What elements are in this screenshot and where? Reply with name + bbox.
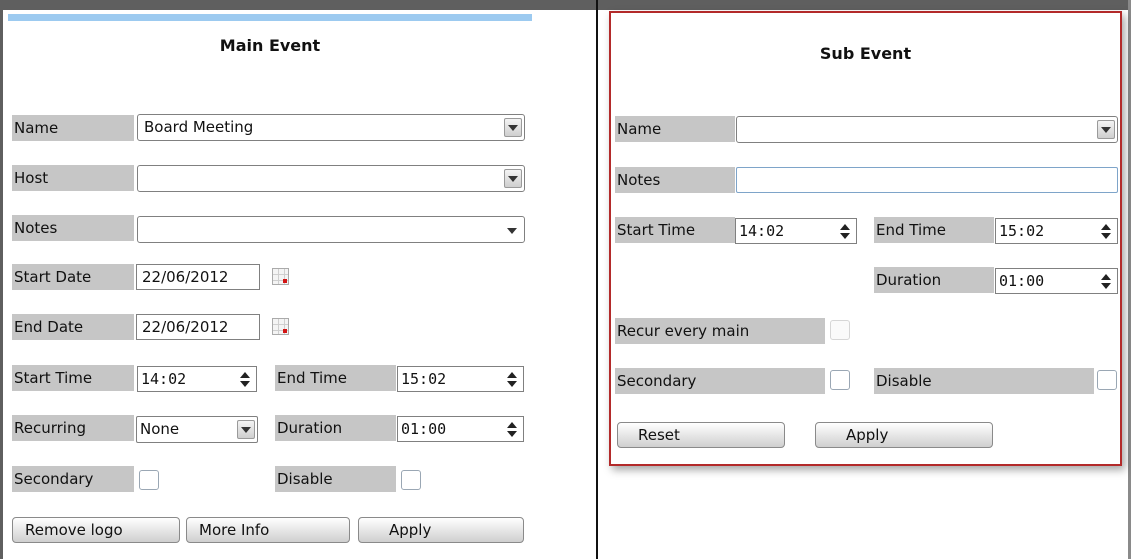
main-disable-checkbox[interactable] <box>401 470 421 490</box>
sub-event-title: Sub Event <box>819 44 912 63</box>
main-duration-value: 01:00 <box>401 420 447 438</box>
spinner-arrows-icon[interactable] <box>840 223 850 240</box>
spinner-arrows-icon[interactable] <box>1101 273 1111 290</box>
main-recurring-label: Recurring <box>12 415 134 441</box>
spinner-arrows-icon[interactable] <box>1101 223 1111 240</box>
chevron-down-icon <box>241 426 251 433</box>
sub-disable-label: Disable <box>874 368 1094 394</box>
sub-duration-label: Duration <box>874 267 994 293</box>
main-start-date-input[interactable]: 22/06/2012 <box>136 264 260 290</box>
sub-start-time-value: 14:02 <box>739 222 785 240</box>
spinner-arrows-icon[interactable] <box>507 371 517 388</box>
main-secondary-label: Secondary <box>12 466 134 492</box>
main-end-date-input[interactable]: 22/06/2012 <box>136 314 260 340</box>
sub-recur-checkbox[interactable] <box>830 320 850 340</box>
main-end-time-spinner[interactable]: 15:02 <box>397 366 524 392</box>
sub-name-dropdown-button[interactable] <box>1097 120 1115 139</box>
spinner-arrows-icon[interactable] <box>507 421 517 438</box>
main-disable-label: Disable <box>275 466 396 492</box>
more-info-button[interactable]: More Info <box>186 517 350 543</box>
window-left-border <box>0 0 3 559</box>
remove-logo-button[interactable]: Remove logo <box>12 517 180 543</box>
sub-end-time-spinner[interactable]: 15:02 <box>995 218 1118 244</box>
sub-recur-label: Recur every main <box>615 318 825 344</box>
main-end-time-value: 15:02 <box>401 370 447 388</box>
spinner-arrows-icon[interactable] <box>240 371 250 388</box>
chevron-down-icon <box>1101 126 1111 133</box>
main-secondary-checkbox[interactable] <box>139 470 159 490</box>
main-duration-spinner[interactable]: 01:00 <box>397 416 524 442</box>
sub-apply-button[interactable]: Apply <box>815 422 993 448</box>
sub-secondary-checkbox[interactable] <box>830 370 850 390</box>
main-host-label: Host <box>12 165 134 191</box>
sub-notes-label: Notes <box>615 167 735 193</box>
sub-name-label: Name <box>615 116 735 142</box>
main-host-dropdown-button[interactable] <box>504 169 522 188</box>
main-start-time-spinner[interactable]: 14:02 <box>137 366 257 392</box>
main-name-combo[interactable]: Board Meeting <box>137 114 525 141</box>
main-end-time-label: End Time <box>275 365 396 391</box>
main-recurring-dropdown-button[interactable] <box>237 420 255 439</box>
sub-notes-input[interactable] <box>736 167 1118 193</box>
window-top-border <box>0 0 1131 10</box>
panel-divider <box>596 0 598 559</box>
main-name-dropdown-button[interactable] <box>504 118 522 137</box>
sub-end-time-label: End Time <box>874 217 994 243</box>
sub-reset-button[interactable]: Reset <box>617 422 785 448</box>
main-recurring-select[interactable]: None <box>136 416 258 443</box>
sub-secondary-label: Secondary <box>615 368 825 394</box>
sub-duration-spinner[interactable]: 01:00 <box>995 268 1118 294</box>
sub-name-combo[interactable] <box>736 116 1118 143</box>
main-end-date-label: End Date <box>12 314 134 340</box>
main-start-date-label: Start Date <box>12 264 134 290</box>
chevron-down-icon[interactable] <box>507 228 517 234</box>
chevron-down-icon <box>508 175 518 182</box>
calendar-icon[interactable] <box>272 318 289 335</box>
main-notes-combo[interactable] <box>137 216 525 243</box>
main-host-combo[interactable] <box>137 165 525 192</box>
main-duration-label: Duration <box>275 415 396 441</box>
main-notes-label: Notes <box>12 215 134 241</box>
sub-disable-checkbox[interactable] <box>1097 370 1117 390</box>
sub-end-time-value: 15:02 <box>999 222 1045 240</box>
sub-duration-value: 01:00 <box>999 272 1045 290</box>
main-name-label: Name <box>12 115 134 141</box>
main-panel-accent-bar <box>8 14 532 21</box>
main-event-title: Main Event <box>219 36 321 55</box>
main-recurring-value: None <box>140 420 180 438</box>
calendar-icon[interactable] <box>272 268 289 285</box>
sub-start-time-label: Start Time <box>615 217 735 243</box>
main-start-time-label: Start Time <box>12 365 134 391</box>
sub-start-time-spinner[interactable]: 14:02 <box>735 218 857 244</box>
main-start-time-value: 14:02 <box>141 370 187 388</box>
chevron-down-icon <box>508 124 518 131</box>
main-name-value: Board Meeting <box>144 118 254 136</box>
main-apply-button[interactable]: Apply <box>358 517 524 543</box>
